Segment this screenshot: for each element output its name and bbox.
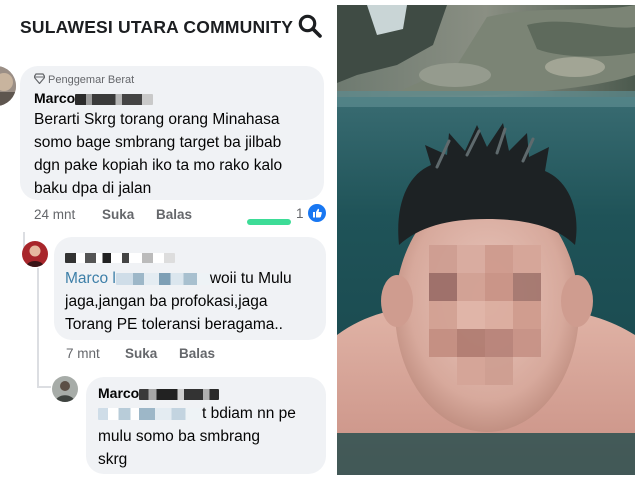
redacted-name [65,253,175,264]
comment-line: jaga,jangan ba profokasi,jaga [65,293,268,310]
reaction-count[interactable]: 1 [296,206,304,221]
like-icon[interactable] [308,204,326,222]
comment-text: Marco l woii tu Mulu jaga,jangan ba profo… [65,267,323,336]
comment-time: 24 mnt [34,207,76,222]
avatar[interactable] [52,376,78,402]
redacted-name [115,272,210,285]
comment-line: dgn pake kopiah iko ta mo rako kalo [34,157,283,174]
badge-label: Penggemar Berat [48,74,135,86]
like-link[interactable]: Suka [125,346,157,361]
comment-text: t bdiam nn pe mulu somo ba smbrang skrg [98,402,322,471]
like-link[interactable]: Suka [102,207,134,222]
comment-line: t bdiam nn pe [98,402,322,425]
highlight-mark [247,219,291,225]
thread-line [37,268,39,388]
group-title: SULAWESI UTARA COMMUNITY [20,17,294,37]
avatar[interactable] [0,66,16,106]
comment-line: Torang PE toleransi beragama.. [65,316,283,333]
group-header: SULAWESI UTARA COMMUNITY [0,0,334,54]
redacted-name [75,93,154,105]
comment-author[interactable]: Marco [34,90,154,106]
avatar[interactable] [22,241,48,267]
comment-line: Berarti Skrg torang orang Minahasa [34,111,280,128]
photo-scene [337,5,635,475]
mention-link[interactable]: Marco l [65,270,116,287]
thread-line [37,386,51,388]
comment-author[interactable]: Marco [98,385,220,401]
fan-badge: Penggemar Berat [33,73,135,86]
comment-line: mulu somo ba smbrang [98,428,260,445]
author-name: Marco [98,385,140,401]
comment-line: Marco l woii tu Mulu [65,270,292,287]
comment-line: skrg [98,451,128,468]
comment-line: somo bage smbrang target ba jilbab [34,134,282,151]
comments-panel: SULAWESI UTARA COMMUNITY Penggemar Berat… [0,0,334,480]
redacted-name [139,388,220,400]
redacted-mention [98,407,200,420]
comment-author[interactable] [65,249,175,265]
comment-text: Berarti Skrg torang orang Minahasa somo … [34,108,324,200]
profile-photo [337,5,635,475]
author-name: Marco [34,90,76,106]
comment-line: baku dpa di jalan [34,180,152,197]
comment-time: 7 mnt [66,346,100,361]
search-icon[interactable] [297,13,323,39]
reply-link[interactable]: Balas [156,207,192,222]
diamond-icon [33,73,46,85]
reply-link[interactable]: Balas [179,346,215,361]
